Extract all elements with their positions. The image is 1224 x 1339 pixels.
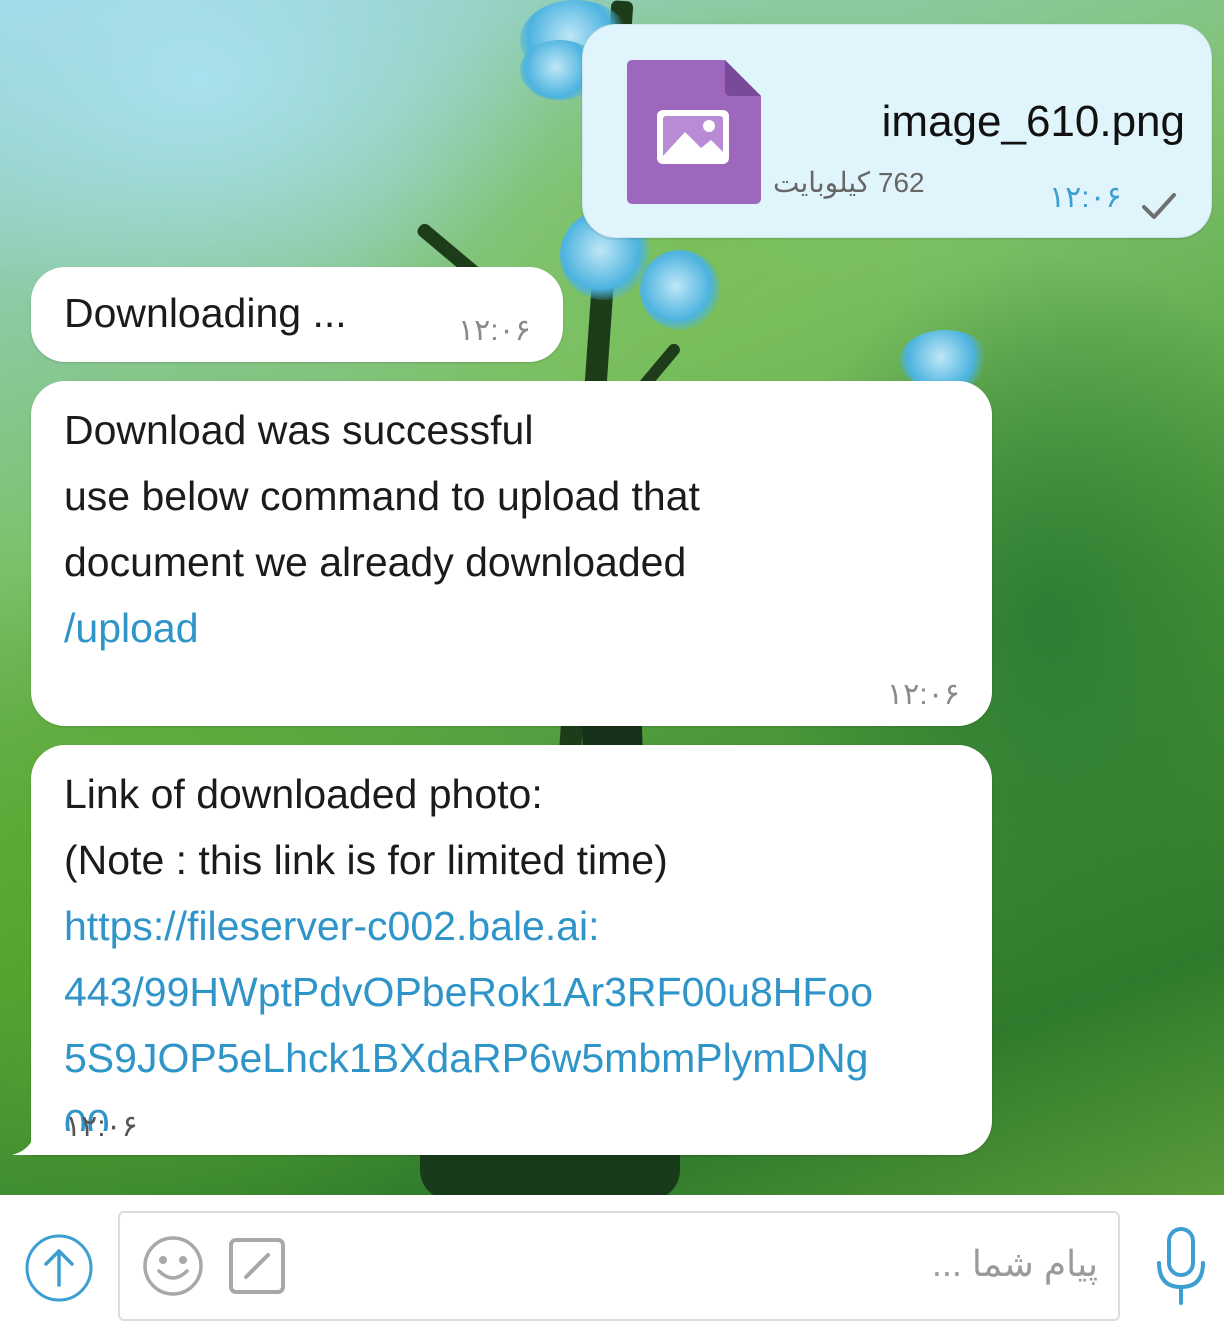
photo-link-line[interactable]: https://fileserver-c002.bale.ai: bbox=[64, 893, 600, 959]
slash-command-icon[interactable] bbox=[228, 1237, 286, 1295]
file-name: image_610.png bbox=[881, 97, 1185, 146]
message-time: ۱۲:۰۶ bbox=[887, 678, 960, 711]
message-text: Downloading ... bbox=[64, 290, 347, 336]
file-message-bubble[interactable]: image_610.png 762 کیلوبایت ۱۲:۰۶ bbox=[582, 24, 1212, 238]
bubble-tail bbox=[12, 1127, 52, 1155]
image-file-icon[interactable] bbox=[627, 60, 761, 204]
message-text-line: (Note : this link is for limited time) bbox=[64, 837, 668, 883]
message-time: ۱۲:۰۶ bbox=[1049, 181, 1122, 214]
message-input[interactable]: پیام شما ... bbox=[118, 1211, 1120, 1321]
message-input-placeholder: پیام شما ... bbox=[931, 1243, 1098, 1284]
message-text-line: Link of downloaded photo: bbox=[64, 771, 543, 817]
file-size: 762 کیلوبایت bbox=[773, 167, 925, 198]
message-text-line: use below command to upload that bbox=[64, 473, 700, 519]
message-text-line: Download was successful bbox=[64, 407, 534, 453]
message-composer: پیام شما ... bbox=[0, 1195, 1224, 1339]
upload-command-link[interactable]: /upload bbox=[64, 595, 199, 661]
photo-link-line[interactable]: 5S9JOP5eLhck1BXdaRP6w5mbmPlymDNg bbox=[64, 1025, 868, 1091]
photo-link-line[interactable]: 443/99HWptPdvOPbeRok1Ar3RF00u8HFoo bbox=[64, 959, 873, 1025]
message-time: ۱۲:۰۶ bbox=[65, 1110, 138, 1143]
message-time: ۱۲:۰۶ bbox=[458, 314, 531, 347]
incoming-message-bubble: Link of downloaded photo: (Note : this l… bbox=[31, 745, 992, 1155]
upload-arrow-icon[interactable] bbox=[24, 1233, 94, 1303]
check-icon bbox=[1142, 193, 1176, 219]
microphone-icon[interactable] bbox=[1153, 1225, 1209, 1311]
incoming-message-bubble: Downloading ... ۱۲:۰۶ bbox=[31, 267, 563, 362]
message-text-line: document we already downloaded bbox=[64, 539, 687, 585]
incoming-message-bubble: Download was successful use below comman… bbox=[31, 381, 992, 726]
emoji-icon[interactable] bbox=[142, 1235, 204, 1297]
